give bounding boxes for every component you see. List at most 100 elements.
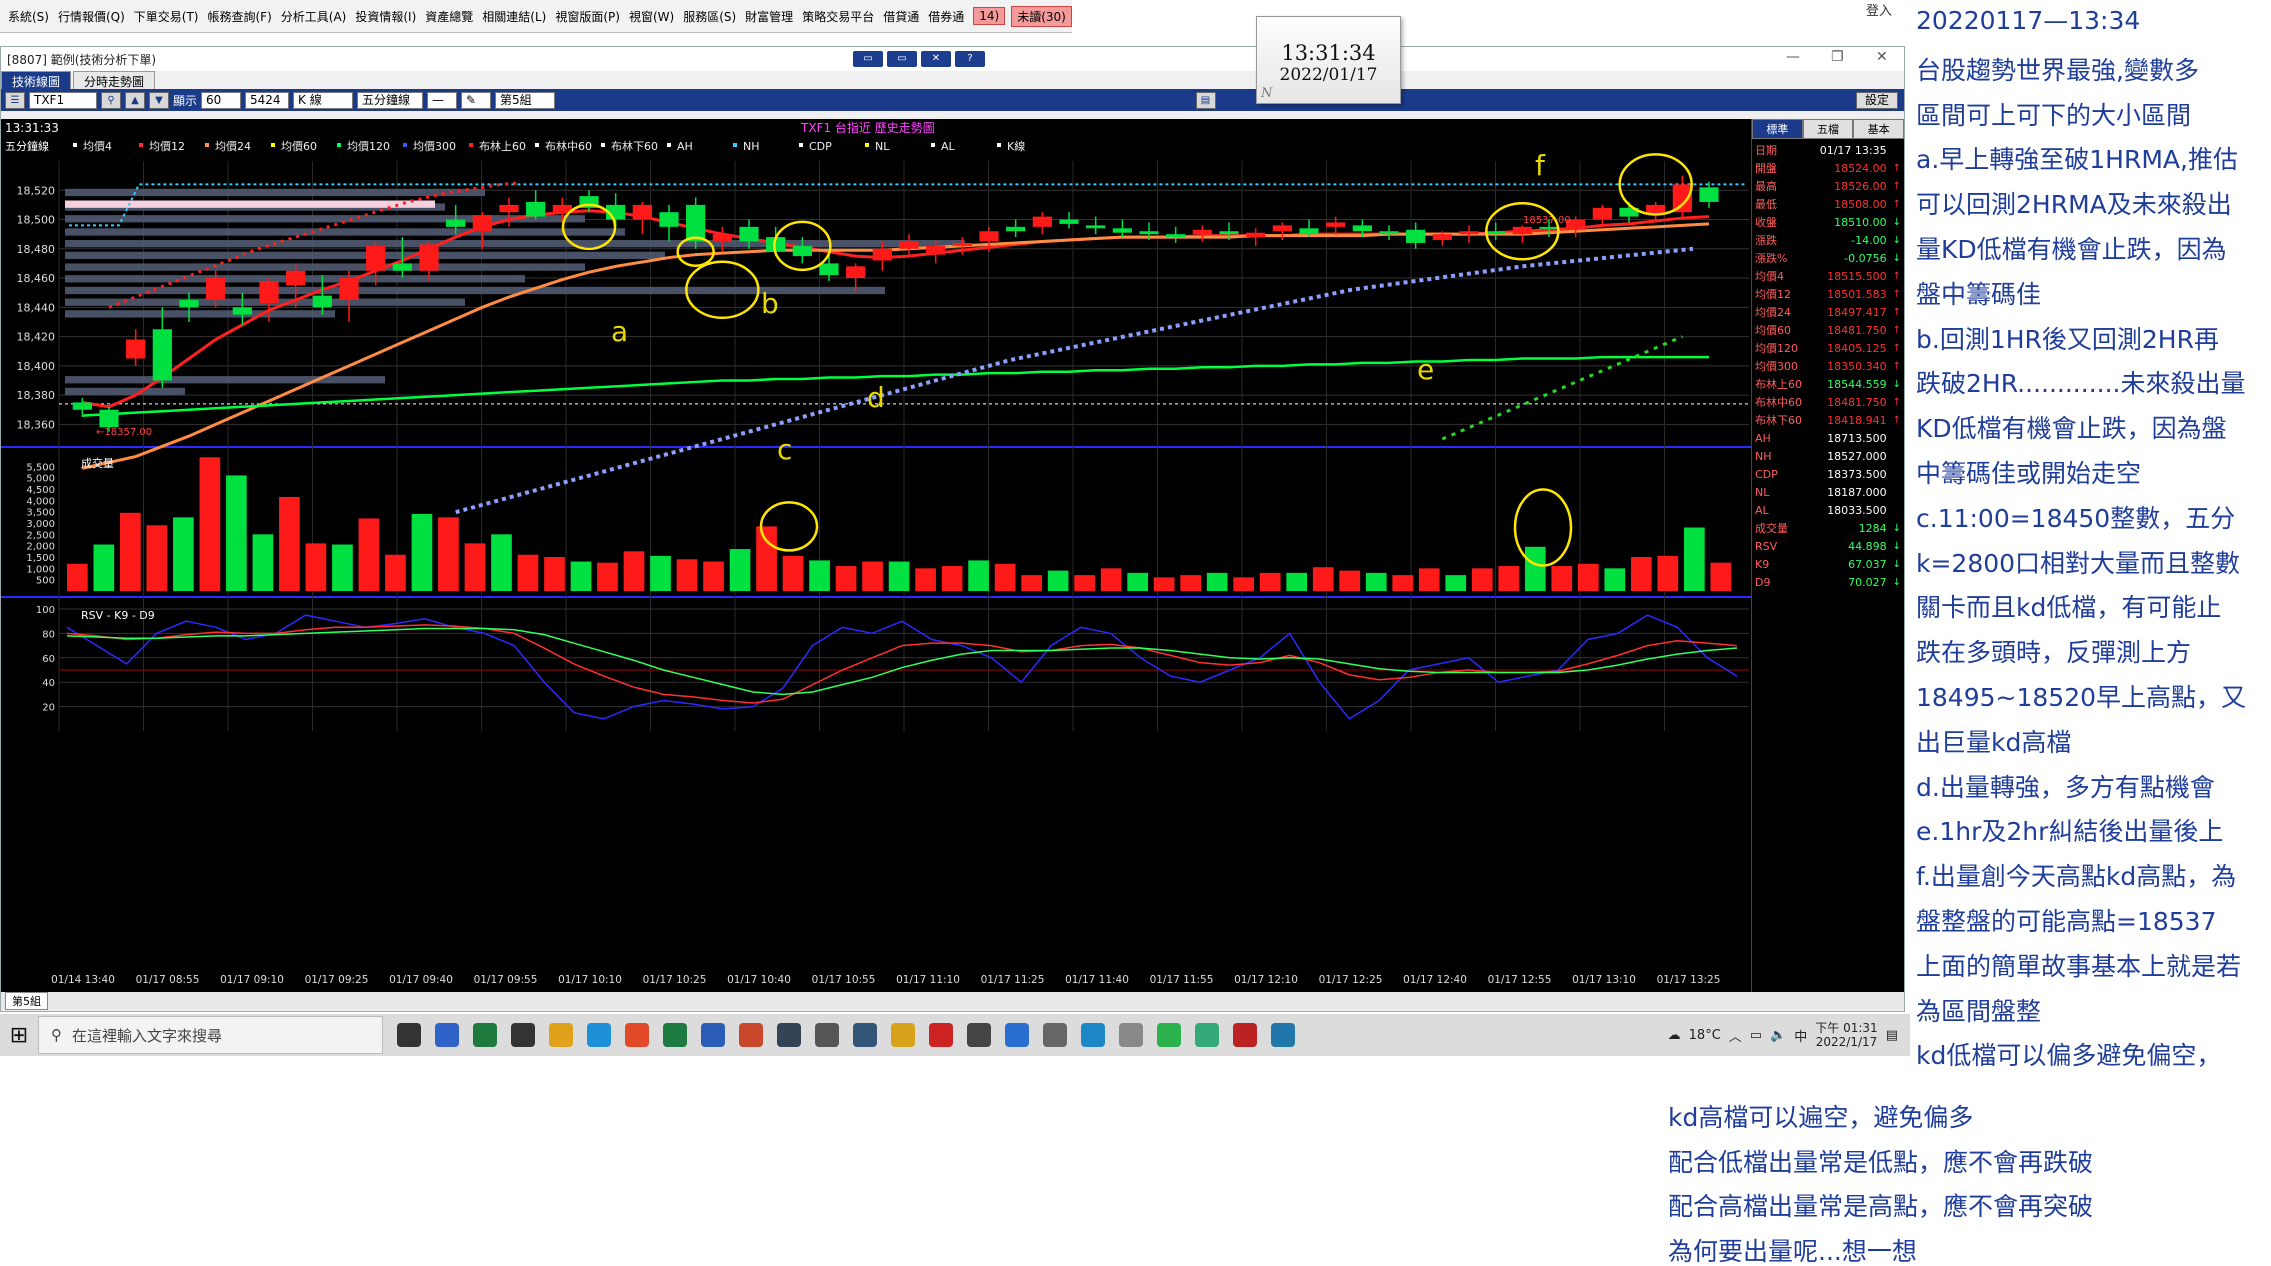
menu-item-analysis[interactable]: 分析工具(A) — [281, 8, 347, 25]
menu-item-quotes[interactable]: 行情報價(Q) — [58, 8, 125, 25]
menu-item-wealth[interactable]: 財富管理 — [745, 8, 793, 25]
menu-item-assets[interactable]: 資產總覽 — [425, 8, 473, 25]
menu-item-layout[interactable]: 視窗版面(P) — [555, 8, 620, 25]
taskbar-app-icon[interactable] — [853, 1023, 877, 1047]
status-group-select[interactable]: 第5組 — [5, 992, 48, 1010]
info-value: 44.898 — [1848, 539, 1887, 553]
up-arrow-icon[interactable]: ▲ — [125, 91, 145, 109]
kline-select[interactable]: K 線 — [293, 91, 354, 109]
menu-item-links[interactable]: 相關連結(L) — [482, 8, 546, 25]
volume-icon[interactable]: 🔈 — [1770, 1028, 1786, 1043]
menu-item-strategy[interactable]: 策略交易平台 — [802, 8, 874, 25]
volume-bar — [1100, 568, 1122, 591]
info-tabs: 標準 五檔 基本 — [1752, 119, 1905, 139]
period-select[interactable]: 五分鐘線 — [357, 91, 424, 109]
tab-intraday-chart[interactable]: 分時走勢圖 — [73, 71, 156, 89]
taskbar-app-icon[interactable] — [701, 1023, 725, 1047]
windows-start-icon[interactable]: ⊞ — [0, 1023, 38, 1048]
taskbar-app-icon[interactable] — [1195, 1023, 1219, 1047]
info-row: 均價120 18405.125 ↑ — [1752, 339, 1904, 357]
info-tab-standard[interactable]: 標準 — [1752, 119, 1803, 139]
taskbar-app-icon[interactable] — [1005, 1023, 1029, 1047]
menu-item-trade[interactable]: 下單交易(T) — [134, 8, 199, 25]
window-tool-button-3[interactable]: ✕ — [921, 51, 951, 67]
taskbar-app-icon[interactable] — [549, 1023, 573, 1047]
taskbar-app-icon[interactable] — [1119, 1023, 1143, 1047]
taskbar-app-icon[interactable] — [891, 1023, 915, 1047]
candle-body — [1166, 234, 1186, 238]
menu-item-system[interactable]: 系統(S) — [8, 8, 49, 25]
taskbar-app-icon[interactable] — [473, 1023, 497, 1047]
volume-bar — [1471, 568, 1493, 591]
window-tool-button-1[interactable]: ▭ — [853, 51, 883, 67]
time-tick-label: 01/14 13:40 — [51, 974, 115, 986]
down-arrow-icon[interactable]: ▼ — [149, 91, 169, 109]
window-tool-button-2[interactable]: ▭ — [887, 51, 917, 67]
info-key: 漲跌% — [1755, 252, 1788, 265]
weather-icon[interactable]: ☁ — [1668, 1028, 1681, 1043]
close-icon[interactable]: ✕ — [1876, 49, 1888, 65]
taskbar-app-icon[interactable] — [739, 1023, 763, 1047]
display-count-input[interactable]: 60 — [201, 91, 242, 109]
bars-input[interactable]: 5424 — [245, 91, 290, 109]
notification-icon[interactable]: ▤ — [1886, 1028, 1898, 1043]
group-select[interactable]: 第5組 — [495, 91, 556, 109]
search-icon[interactable]: ⚲ — [101, 91, 121, 109]
annotation-letter-d: d — [867, 381, 885, 414]
line-style-select[interactable]: — — [427, 91, 458, 109]
volume-bar — [1710, 562, 1732, 591]
legend-swatch — [601, 143, 605, 147]
taskbar-time: 下午 01:31 — [1815, 1021, 1878, 1035]
taskbar-app-icon[interactable] — [1157, 1023, 1181, 1047]
menu-item-account[interactable]: 帳務查詢(F) — [208, 8, 272, 25]
menu-icon[interactable]: ☰ — [5, 91, 25, 109]
menu-item-window[interactable]: 視窗(W) — [629, 8, 674, 25]
taskbar-app-icon[interactable] — [777, 1023, 801, 1047]
menu-tab-notice[interactable]: 14) — [973, 7, 1006, 25]
chart-type-icon[interactable]: ▤ — [1195, 91, 1216, 109]
network-icon[interactable]: ▭ — [1750, 1028, 1762, 1043]
taskbar-search-input[interactable]: ⚲ 在這裡輸入文字來搜尋 — [38, 1016, 383, 1054]
volume-bar — [756, 526, 777, 591]
taskbar-app-icon[interactable] — [929, 1023, 953, 1047]
legend-label: 布林下60 — [611, 139, 658, 153]
taskbar-app-icon[interactable] — [663, 1023, 687, 1047]
settings-button[interactable]: 設定 — [1855, 91, 1898, 109]
info-key: 成交量 — [1755, 522, 1788, 535]
taskbar-app-icon[interactable] — [1081, 1023, 1105, 1047]
taskbar-app-icon[interactable] — [967, 1023, 991, 1047]
menu-item-lending[interactable]: 借券通 — [928, 8, 964, 25]
menu-tab-unread[interactable]: 未讀(30) — [1011, 5, 1072, 27]
taskbar-app-icon[interactable] — [397, 1023, 421, 1047]
info-tab-depth[interactable]: 五檔 — [1802, 119, 1854, 139]
taskbar-app-icon[interactable] — [435, 1023, 459, 1047]
taskbar-app-icon[interactable] — [1043, 1023, 1067, 1047]
time-tick-label: 01/17 12:55 — [1488, 974, 1552, 986]
taskbar-app-icon[interactable] — [625, 1023, 649, 1047]
volume-bar — [67, 563, 88, 591]
taskbar-app-icon[interactable] — [587, 1023, 611, 1047]
kd-tick-label: 20 — [42, 703, 55, 714]
tab-technical-chart[interactable]: 技術線圖 — [1, 71, 72, 89]
info-tab-basic[interactable]: 基本 — [1853, 119, 1905, 139]
login-link[interactable]: 登入 — [1866, 0, 1892, 19]
taskbar-app-icon[interactable] — [815, 1023, 839, 1047]
taskbar-app-icon[interactable] — [1271, 1023, 1295, 1047]
chart-canvas[interactable]: 18,360 18,380 18,400 18,420 18,440 18,460 18,4… — [1, 119, 1751, 992]
menu-item-service[interactable]: 服務區(S) — [683, 8, 736, 25]
taskbar-clock[interactable]: 下午 01:31 2022/1/17 — [1815, 1021, 1877, 1049]
menu-item-loan[interactable]: 借貸通 — [883, 8, 919, 25]
info-row: 收盤 18510.00 ↓ — [1752, 213, 1904, 231]
tray-chevron-icon[interactable]: ︿ — [1729, 1026, 1742, 1045]
help-button[interactable]: ? — [955, 51, 985, 67]
draw-tool-icon[interactable]: ✎ — [461, 91, 492, 109]
taskbar-app-icon[interactable] — [1233, 1023, 1257, 1047]
ime-indicator[interactable]: 中 — [1794, 1026, 1807, 1045]
chart-area[interactable]: 18,360 18,380 18,400 18,420 18,440 18,460 18,4… — [1, 119, 1751, 992]
taskbar-app-icon[interactable] — [511, 1023, 535, 1047]
minimize-icon[interactable]: — — [1786, 49, 1800, 65]
weather-temp[interactable]: 18°C — [1689, 1028, 1721, 1043]
symbol-select[interactable]: TXF1 — [29, 91, 97, 109]
menu-item-info[interactable]: 投資情報(I) — [355, 8, 416, 25]
restore-icon[interactable]: ❐ — [1831, 49, 1844, 65]
